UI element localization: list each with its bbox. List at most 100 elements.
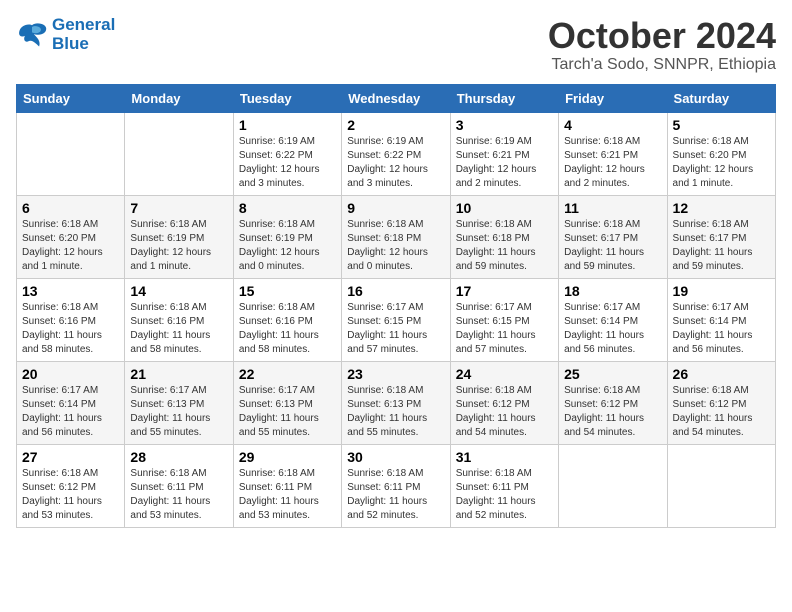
day-detail: Sunrise: 6:17 AM Sunset: 6:14 PM Dayligh…	[22, 384, 119, 440]
weekday-header-monday: Monday	[125, 84, 233, 112]
logo-text: General Blue	[52, 16, 115, 53]
calendar-cell: 7 Sunrise: 6:18 AM Sunset: 6:19 PM Daylig…	[125, 195, 233, 278]
day-number: 7	[130, 200, 227, 216]
calendar-table: SundayMondayTuesdayWednesdayThursdayFrid…	[16, 84, 776, 528]
day-detail: Sunrise: 6:18 AM Sunset: 6:12 PM Dayligh…	[564, 384, 661, 440]
calendar-week-row: 27 Sunrise: 6:18 AM Sunset: 6:12 PM Dayli…	[17, 444, 776, 527]
calendar-cell	[17, 112, 125, 195]
calendar-cell: 26 Sunrise: 6:18 AM Sunset: 6:12 PM Dayli…	[667, 361, 775, 444]
day-detail: Sunrise: 6:18 AM Sunset: 6:11 PM Dayligh…	[239, 467, 336, 523]
day-detail: Sunrise: 6:18 AM Sunset: 6:18 PM Dayligh…	[347, 218, 444, 274]
location-subtitle: Tarch'a Sodo, SNNPR, Ethiopia	[548, 56, 776, 74]
day-detail: Sunrise: 6:17 AM Sunset: 6:15 PM Dayligh…	[347, 301, 444, 357]
day-detail: Sunrise: 6:18 AM Sunset: 6:13 PM Dayligh…	[347, 384, 444, 440]
calendar-cell: 5 Sunrise: 6:18 AM Sunset: 6:20 PM Daylig…	[667, 112, 775, 195]
title-block: October 2024 Tarch'a Sodo, SNNPR, Ethiop…	[548, 16, 776, 74]
day-detail: Sunrise: 6:18 AM Sunset: 6:11 PM Dayligh…	[130, 467, 227, 523]
day-number: 21	[130, 366, 227, 382]
day-detail: Sunrise: 6:18 AM Sunset: 6:12 PM Dayligh…	[22, 467, 119, 523]
day-number: 9	[347, 200, 444, 216]
calendar-cell: 1Sunrise: 6:19 AM Sunset: 6:22 PM Daylig…	[233, 112, 341, 195]
day-number: 22	[239, 366, 336, 382]
calendar-cell: 28Sunrise: 6:18 AM Sunset: 6:11 PM Dayli…	[125, 444, 233, 527]
day-detail: Sunrise: 6:19 AM Sunset: 6:22 PM Dayligh…	[239, 135, 336, 191]
calendar-cell: 25 Sunrise: 6:18 AM Sunset: 6:12 PM Dayli…	[559, 361, 667, 444]
day-number: 26	[673, 366, 770, 382]
day-number: 12	[673, 200, 770, 216]
logo-bird-icon	[16, 21, 48, 49]
day-number: 15	[239, 283, 336, 299]
calendar-cell: 18Sunrise: 6:17 AM Sunset: 6:14 PM Dayli…	[559, 278, 667, 361]
day-number: 31	[456, 449, 553, 465]
day-detail: Sunrise: 6:18 AM Sunset: 6:16 PM Dayligh…	[22, 301, 119, 357]
day-detail: Sunrise: 6:18 AM Sunset: 6:12 PM Dayligh…	[673, 384, 770, 440]
weekday-header-thursday: Thursday	[450, 84, 558, 112]
day-number: 11	[564, 200, 661, 216]
weekday-header-friday: Friday	[559, 84, 667, 112]
day-number: 24	[456, 366, 553, 382]
calendar-cell: 16Sunrise: 6:17 AM Sunset: 6:15 PM Dayli…	[342, 278, 450, 361]
day-number: 6	[22, 200, 119, 216]
day-detail: Sunrise: 6:18 AM Sunset: 6:11 PM Dayligh…	[456, 467, 553, 523]
weekday-header-sunday: Sunday	[17, 84, 125, 112]
day-number: 13	[22, 283, 119, 299]
day-number: 30	[347, 449, 444, 465]
day-number: 14	[130, 283, 227, 299]
calendar-cell: 15Sunrise: 6:18 AM Sunset: 6:16 PM Dayli…	[233, 278, 341, 361]
day-detail: Sunrise: 6:18 AM Sunset: 6:17 PM Dayligh…	[673, 218, 770, 274]
calendar-cell: 10Sunrise: 6:18 AM Sunset: 6:18 PM Dayli…	[450, 195, 558, 278]
day-detail: Sunrise: 6:18 AM Sunset: 6:11 PM Dayligh…	[347, 467, 444, 523]
calendar-cell: 19Sunrise: 6:17 AM Sunset: 6:14 PM Dayli…	[667, 278, 775, 361]
day-number: 3	[456, 117, 553, 133]
day-number: 20	[22, 366, 119, 382]
page-header: General Blue October 2024 Tarch'a Sodo, …	[16, 16, 776, 74]
logo: General Blue	[16, 16, 115, 53]
day-number: 2	[347, 117, 444, 133]
day-number: 5	[673, 117, 770, 133]
calendar-cell	[559, 444, 667, 527]
calendar-cell: 2 Sunrise: 6:19 AM Sunset: 6:22 PM Daylig…	[342, 112, 450, 195]
day-detail: Sunrise: 6:17 AM Sunset: 6:13 PM Dayligh…	[130, 384, 227, 440]
day-detail: Sunrise: 6:17 AM Sunset: 6:13 PM Dayligh…	[239, 384, 336, 440]
calendar-cell: 21 Sunrise: 6:17 AM Sunset: 6:13 PM Dayli…	[125, 361, 233, 444]
day-detail: Sunrise: 6:19 AM Sunset: 6:21 PM Dayligh…	[456, 135, 553, 191]
calendar-cell: 27 Sunrise: 6:18 AM Sunset: 6:12 PM Dayli…	[17, 444, 125, 527]
day-detail: Sunrise: 6:18 AM Sunset: 6:20 PM Dayligh…	[673, 135, 770, 191]
calendar-cell: 12 Sunrise: 6:18 AM Sunset: 6:17 PM Dayli…	[667, 195, 775, 278]
calendar-week-row: 20 Sunrise: 6:17 AM Sunset: 6:14 PM Dayli…	[17, 361, 776, 444]
calendar-cell: 31 Sunrise: 6:18 AM Sunset: 6:11 PM Dayli…	[450, 444, 558, 527]
calendar-cell	[125, 112, 233, 195]
calendar-cell: 24 Sunrise: 6:18 AM Sunset: 6:12 PM Dayli…	[450, 361, 558, 444]
day-number: 27	[22, 449, 119, 465]
month-title: October 2024	[548, 16, 776, 56]
calendar-cell: 14Sunrise: 6:18 AM Sunset: 6:16 PM Dayli…	[125, 278, 233, 361]
day-number: 25	[564, 366, 661, 382]
day-detail: Sunrise: 6:17 AM Sunset: 6:15 PM Dayligh…	[456, 301, 553, 357]
calendar-cell: 29 Sunrise: 6:18 AM Sunset: 6:11 PM Dayli…	[233, 444, 341, 527]
day-number: 29	[239, 449, 336, 465]
calendar-header: SundayMondayTuesdayWednesdayThursdayFrid…	[17, 84, 776, 112]
calendar-cell: 22 Sunrise: 6:17 AM Sunset: 6:13 PM Dayli…	[233, 361, 341, 444]
day-number: 10	[456, 200, 553, 216]
day-detail: Sunrise: 6:18 AM Sunset: 6:17 PM Dayligh…	[564, 218, 661, 274]
day-detail: Sunrise: 6:17 AM Sunset: 6:14 PM Dayligh…	[564, 301, 661, 357]
calendar-cell: 8Sunrise: 6:18 AM Sunset: 6:19 PM Daylig…	[233, 195, 341, 278]
calendar-week-row: 6Sunrise: 6:18 AM Sunset: 6:20 PM Daylig…	[17, 195, 776, 278]
day-detail: Sunrise: 6:18 AM Sunset: 6:12 PM Dayligh…	[456, 384, 553, 440]
calendar-cell: 30 Sunrise: 6:18 AM Sunset: 6:11 PM Dayli…	[342, 444, 450, 527]
calendar-week-row: 1Sunrise: 6:19 AM Sunset: 6:22 PM Daylig…	[17, 112, 776, 195]
weekday-header-row: SundayMondayTuesdayWednesdayThursdayFrid…	[17, 84, 776, 112]
day-detail: Sunrise: 6:18 AM Sunset: 6:19 PM Dayligh…	[130, 218, 227, 274]
calendar-cell: 9 Sunrise: 6:18 AM Sunset: 6:18 PM Daylig…	[342, 195, 450, 278]
calendar-cell: 6Sunrise: 6:18 AM Sunset: 6:20 PM Daylig…	[17, 195, 125, 278]
weekday-header-wednesday: Wednesday	[342, 84, 450, 112]
calendar-week-row: 13 Sunrise: 6:18 AM Sunset: 6:16 PM Dayli…	[17, 278, 776, 361]
calendar-cell: 11 Sunrise: 6:18 AM Sunset: 6:17 PM Dayli…	[559, 195, 667, 278]
day-number: 23	[347, 366, 444, 382]
day-number: 8	[239, 200, 336, 216]
day-detail: Sunrise: 6:19 AM Sunset: 6:22 PM Dayligh…	[347, 135, 444, 191]
calendar-cell	[667, 444, 775, 527]
calendar-cell: 13 Sunrise: 6:18 AM Sunset: 6:16 PM Dayli…	[17, 278, 125, 361]
calendar-cell: 23 Sunrise: 6:18 AM Sunset: 6:13 PM Dayli…	[342, 361, 450, 444]
calendar-body: 1Sunrise: 6:19 AM Sunset: 6:22 PM Daylig…	[17, 112, 776, 527]
